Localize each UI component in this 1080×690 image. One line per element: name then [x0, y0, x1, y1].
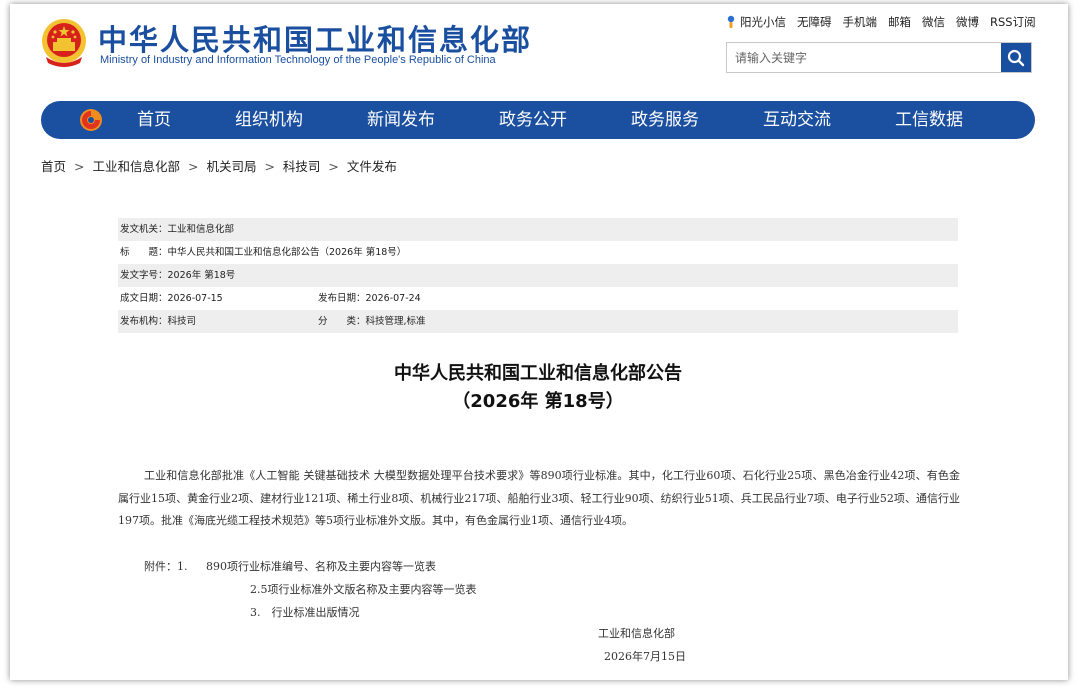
breadcrumb: 首页 > 工业和信息化部 > 机关司局 > 科技司 > 文件发布: [41, 156, 397, 175]
nav-government-affairs[interactable]: 政务公开: [499, 101, 567, 139]
nav-government-services[interactable]: 政务服务: [631, 101, 699, 139]
meta-title: 中华人民共和国工业和信息化部公告（2026年 第18号）: [167, 247, 407, 258]
breadcrumb-ministry[interactable]: 工业和信息化部: [92, 159, 180, 174]
signature-issuer: 工业和信息化部: [598, 627, 675, 640]
miit-logo-icon: [80, 109, 102, 131]
meta-label: 发文字号：: [120, 270, 168, 281]
breadcrumb-science-dept[interactable]: 科技司: [283, 159, 321, 174]
meta-category: 科技管理,标准: [365, 316, 426, 327]
national-emblem-icon: [42, 19, 86, 67]
meta-created-date: 2026-07-15: [167, 293, 223, 304]
ministry-name-cn: 中华人民共和国工业和信息化部: [98, 23, 533, 57]
breadcrumb-documents[interactable]: 文件发布: [347, 159, 397, 174]
nav-organization[interactable]: 组织机构: [235, 101, 303, 139]
document-title-line2: （2026年 第18号）: [452, 391, 624, 412]
meta-agency: 科技司: [167, 316, 197, 327]
search-input[interactable]: [727, 43, 999, 72]
nav-data[interactable]: 工信数据: [895, 101, 963, 139]
breadcrumb-separator: >: [328, 159, 339, 174]
meta-label: 发文机关：: [120, 224, 168, 235]
nav-home[interactable]: 首页: [137, 101, 171, 139]
meta-row-doc-no: 发文字号：2026年 第18号: [118, 264, 958, 287]
meta-issuer: 工业和信息化部: [167, 224, 235, 235]
document-metadata: 发文机关：工业和信息化部 标 题：中华人民共和国工业和信息化部公告（2026年 …: [118, 218, 958, 333]
top-link-wechat[interactable]: 微信: [922, 14, 945, 30]
attachment-2-link[interactable]: 2.5项行业标准外文版名称及主要内容等一览表: [250, 581, 477, 597]
meta-row-issuer: 发文机关：工业和信息化部: [118, 218, 958, 241]
nav-interaction[interactable]: 互动交流: [763, 101, 831, 139]
meta-label: 发布日期：: [318, 293, 366, 304]
meta-doc-no: 2026年 第18号: [167, 270, 236, 281]
top-link-weibo[interactable]: 微博: [956, 14, 979, 30]
attachment-1-link[interactable]: 890项行业标准编号、名称及主要内容等一览表: [206, 558, 436, 574]
search-icon: [1007, 49, 1025, 66]
ministry-name-en: Ministry of Industry and Information Tec…: [100, 54, 496, 66]
breadcrumb-home[interactable]: 首页: [41, 159, 66, 174]
search-button[interactable]: [1001, 43, 1031, 72]
meta-label: 成文日期：: [120, 293, 168, 304]
attachments-label: 附件：1.: [144, 560, 188, 573]
meta-row-title: 标 题：中华人民共和国工业和信息化部公告（2026年 第18号）: [118, 241, 958, 264]
top-link-sunshine[interactable]: 阳光小信: [726, 14, 786, 30]
top-link-mobile[interactable]: 手机端: [843, 14, 878, 30]
signature-date: 2026年7月15日: [604, 650, 686, 663]
top-link-email[interactable]: 邮箱: [888, 14, 911, 30]
sunshine-mascot-icon: [727, 15, 735, 28]
main-nav: 首页 组织机构 新闻发布 政务公开 政务服务 互动交流 工信数据: [41, 101, 1035, 139]
top-link-accessibility[interactable]: 无障碍: [797, 14, 832, 30]
meta-row-agency: 发布机构：科技司 分 类：科技管理,标准: [118, 310, 958, 333]
breadcrumb-separator: >: [74, 159, 85, 174]
meta-label: 发布机构：: [120, 316, 168, 327]
meta-row-dates: 成文日期：2026-07-15 发布日期：2026-07-24: [118, 287, 958, 310]
meta-published-date: 2026-07-24: [365, 293, 421, 304]
document-body: 工业和信息化部批准《人工智能 关键基础技术 大模型数据处理平台技术要求》等890…: [118, 469, 960, 527]
breadcrumb-separator: >: [264, 159, 275, 174]
top-link-rss[interactable]: RSS订阅: [990, 14, 1036, 30]
document-title-line1: 中华人民共和国工业和信息化部公告: [394, 363, 682, 384]
document-title: 中华人民共和国工业和信息化部公告 （2026年 第18号）: [118, 360, 958, 416]
top-links: 阳光小信 无障碍 手机端 邮箱 微信 微博 RSS订阅: [726, 14, 1036, 30]
top-link-label: 阳光小信: [740, 15, 786, 29]
breadcrumb-separator: >: [187, 159, 199, 174]
meta-label: 标 题：: [120, 247, 168, 258]
meta-label: 分 类：: [318, 316, 366, 327]
search-box: [726, 42, 1032, 73]
breadcrumb-departments[interactable]: 机关司局: [206, 159, 256, 174]
nav-news[interactable]: 新闻发布: [367, 101, 435, 139]
attachment-3-link[interactable]: 3. 行业标准出版情况: [250, 604, 360, 620]
